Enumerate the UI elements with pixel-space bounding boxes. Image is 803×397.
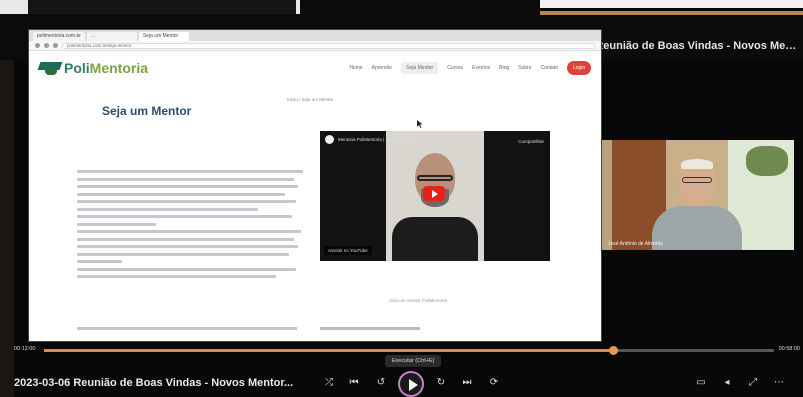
nav-item[interactable]: Home: [349, 65, 362, 71]
share-button[interactable]: Compartilhar: [518, 139, 544, 144]
total-time: 00:58:00: [778, 346, 800, 352]
page-title: Seja um Mentor: [102, 104, 192, 118]
fullscreen-icon[interactable]: ⤢: [744, 374, 762, 392]
browser-tab[interactable]: ...: [86, 32, 137, 41]
site-header: PoliMentoria Home Aprender Seja Mentor C…: [29, 51, 601, 85]
breadcrumb[interactable]: Início / Seja um Mentor: [287, 97, 333, 102]
logo-text: PoliMentoria: [64, 60, 149, 76]
current-time: 00:12:00: [14, 346, 36, 352]
next-icon[interactable]: ⏭: [458, 374, 476, 392]
body-text-line: [77, 327, 297, 330]
top-fragment-right: [540, 0, 803, 8]
nav-item[interactable]: Contato: [540, 65, 558, 71]
forward-icon[interactable]: [44, 43, 49, 48]
top-fragment-dark: [28, 0, 296, 14]
browser-tab-active[interactable]: Seja um Mentor: [138, 32, 189, 41]
reload-icon[interactable]: [53, 43, 58, 48]
previous-icon[interactable]: ⏮: [345, 374, 363, 392]
play-tooltip: Executar (Ctrl+E): [385, 355, 442, 367]
channel-avatar[interactable]: [325, 135, 334, 144]
forward-icon[interactable]: ↻: [432, 374, 450, 392]
seek-progress: [44, 349, 614, 352]
nav-item[interactable]: Blog: [499, 65, 509, 71]
browser-tabbar: polimentoria.com.br ... Seja um Mentor: [29, 30, 601, 41]
repeat-icon[interactable]: ⟳: [485, 374, 503, 392]
nav-item[interactable]: Cursos: [447, 65, 463, 71]
body-text-line: [320, 327, 420, 330]
shared-browser-window: polimentoria.com.br ... Seja um Mentor p…: [28, 29, 602, 342]
browser-address-bar: polimentoria.com.br/seja-mentor: [29, 41, 601, 51]
play-icon[interactable]: [398, 371, 424, 397]
volume-icon[interactable]: ◂: [718, 374, 736, 392]
screen: 2023-03-06 Reunião de Boas Vindas - Novo…: [0, 0, 803, 397]
back-icon[interactable]: [35, 43, 40, 48]
youtube-play-icon[interactable]: [423, 186, 445, 201]
seek-track[interactable]: [44, 346, 774, 355]
meeting-title-bottom: 2023-03-06 Reunião de Boas Vindas - Novo…: [14, 377, 294, 389]
top-thin-progress: [540, 11, 803, 15]
youtube-video-embed[interactable]: Mentoria PoliMentoria | Seja um Mentor C…: [320, 131, 550, 261]
site-logo[interactable]: PoliMentoria: [37, 60, 149, 76]
participant-name: José Antônio de Almeida: [608, 241, 663, 247]
subtitles-icon[interactable]: ▭: [692, 374, 710, 392]
graduation-cap-icon: [37, 60, 63, 76]
seek-handle[interactable]: [609, 346, 619, 355]
rewind-icon[interactable]: ↺: [372, 374, 390, 392]
video-title[interactable]: Mentoria PoliMentoria | Seja um Mentor: [338, 137, 417, 142]
site-nav: Home Aprender Seja Mentor Cursos Eventos…: [349, 61, 591, 75]
body-text-block: [77, 170, 303, 283]
login-button[interactable]: Login: [567, 61, 591, 75]
video-caption: Seja um mentor PoliMentoria: [389, 298, 448, 303]
player-controls: 2023-03-06 Reunião de Boas Vindas - Novo…: [0, 370, 803, 397]
url-input[interactable]: polimentoria.com.br/seja-mentor: [62, 42, 595, 49]
more-icon[interactable]: ⋯: [770, 374, 788, 392]
browser-tab[interactable]: polimentoria.com.br: [33, 32, 85, 41]
watch-on-youtube-button[interactable]: Assistir no YouTube: [324, 246, 372, 255]
shuffle-icon[interactable]: ⤮: [320, 374, 338, 392]
nav-item[interactable]: Eventos: [472, 65, 490, 71]
nav-item[interactable]: Sobre: [518, 65, 531, 71]
nav-item[interactable]: Aprender: [372, 65, 393, 71]
nav-item-current[interactable]: Seja Mentor: [401, 62, 439, 74]
participant-webcam[interactable]: José Antônio de Almeida: [602, 140, 794, 250]
